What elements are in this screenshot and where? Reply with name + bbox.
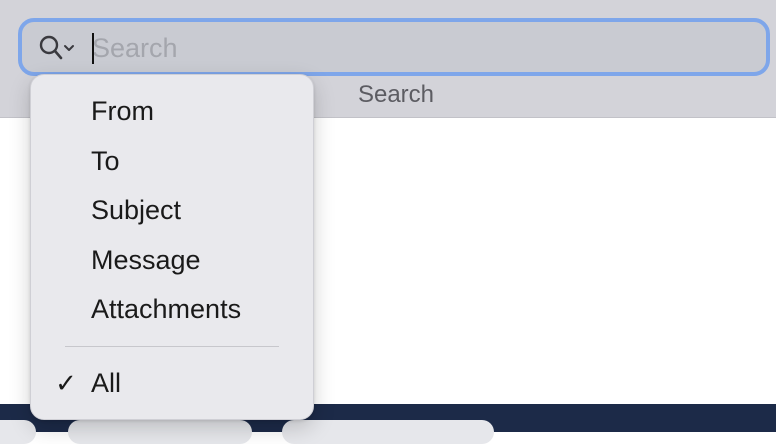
menu-item-from[interactable]: From [31, 89, 313, 133]
menu-item-all[interactable]: ✓ All [31, 361, 313, 405]
menu-item-label: From [91, 96, 154, 126]
search-field[interactable] [18, 18, 770, 76]
search-scope-icon[interactable] [38, 33, 80, 63]
checkmark-icon: ✓ [55, 368, 77, 398]
search-input[interactable] [92, 31, 752, 65]
menu-divider [65, 346, 279, 347]
search-label: Search [357, 81, 435, 108]
menu-item-to[interactable]: To [31, 139, 313, 183]
menu-item-label: All [91, 368, 122, 398]
menu-item-label: Message [91, 245, 201, 275]
menu-item-message[interactable]: Message [31, 238, 313, 282]
search-scope-menu: From To Subject Message Attachments ✓ Al… [30, 74, 314, 420]
menu-item-label: To [91, 146, 120, 176]
menu-item-attachments[interactable]: Attachments [31, 287, 313, 331]
text-caret [92, 33, 94, 64]
bottom-pill-button[interactable] [68, 420, 252, 444]
menu-item-label: Attachments [91, 294, 242, 324]
bottom-pill-button[interactable] [0, 420, 36, 444]
menu-item-subject[interactable]: Subject [31, 188, 313, 232]
bottom-pill-button[interactable] [282, 420, 494, 444]
menu-item-label: Subject [91, 195, 182, 225]
